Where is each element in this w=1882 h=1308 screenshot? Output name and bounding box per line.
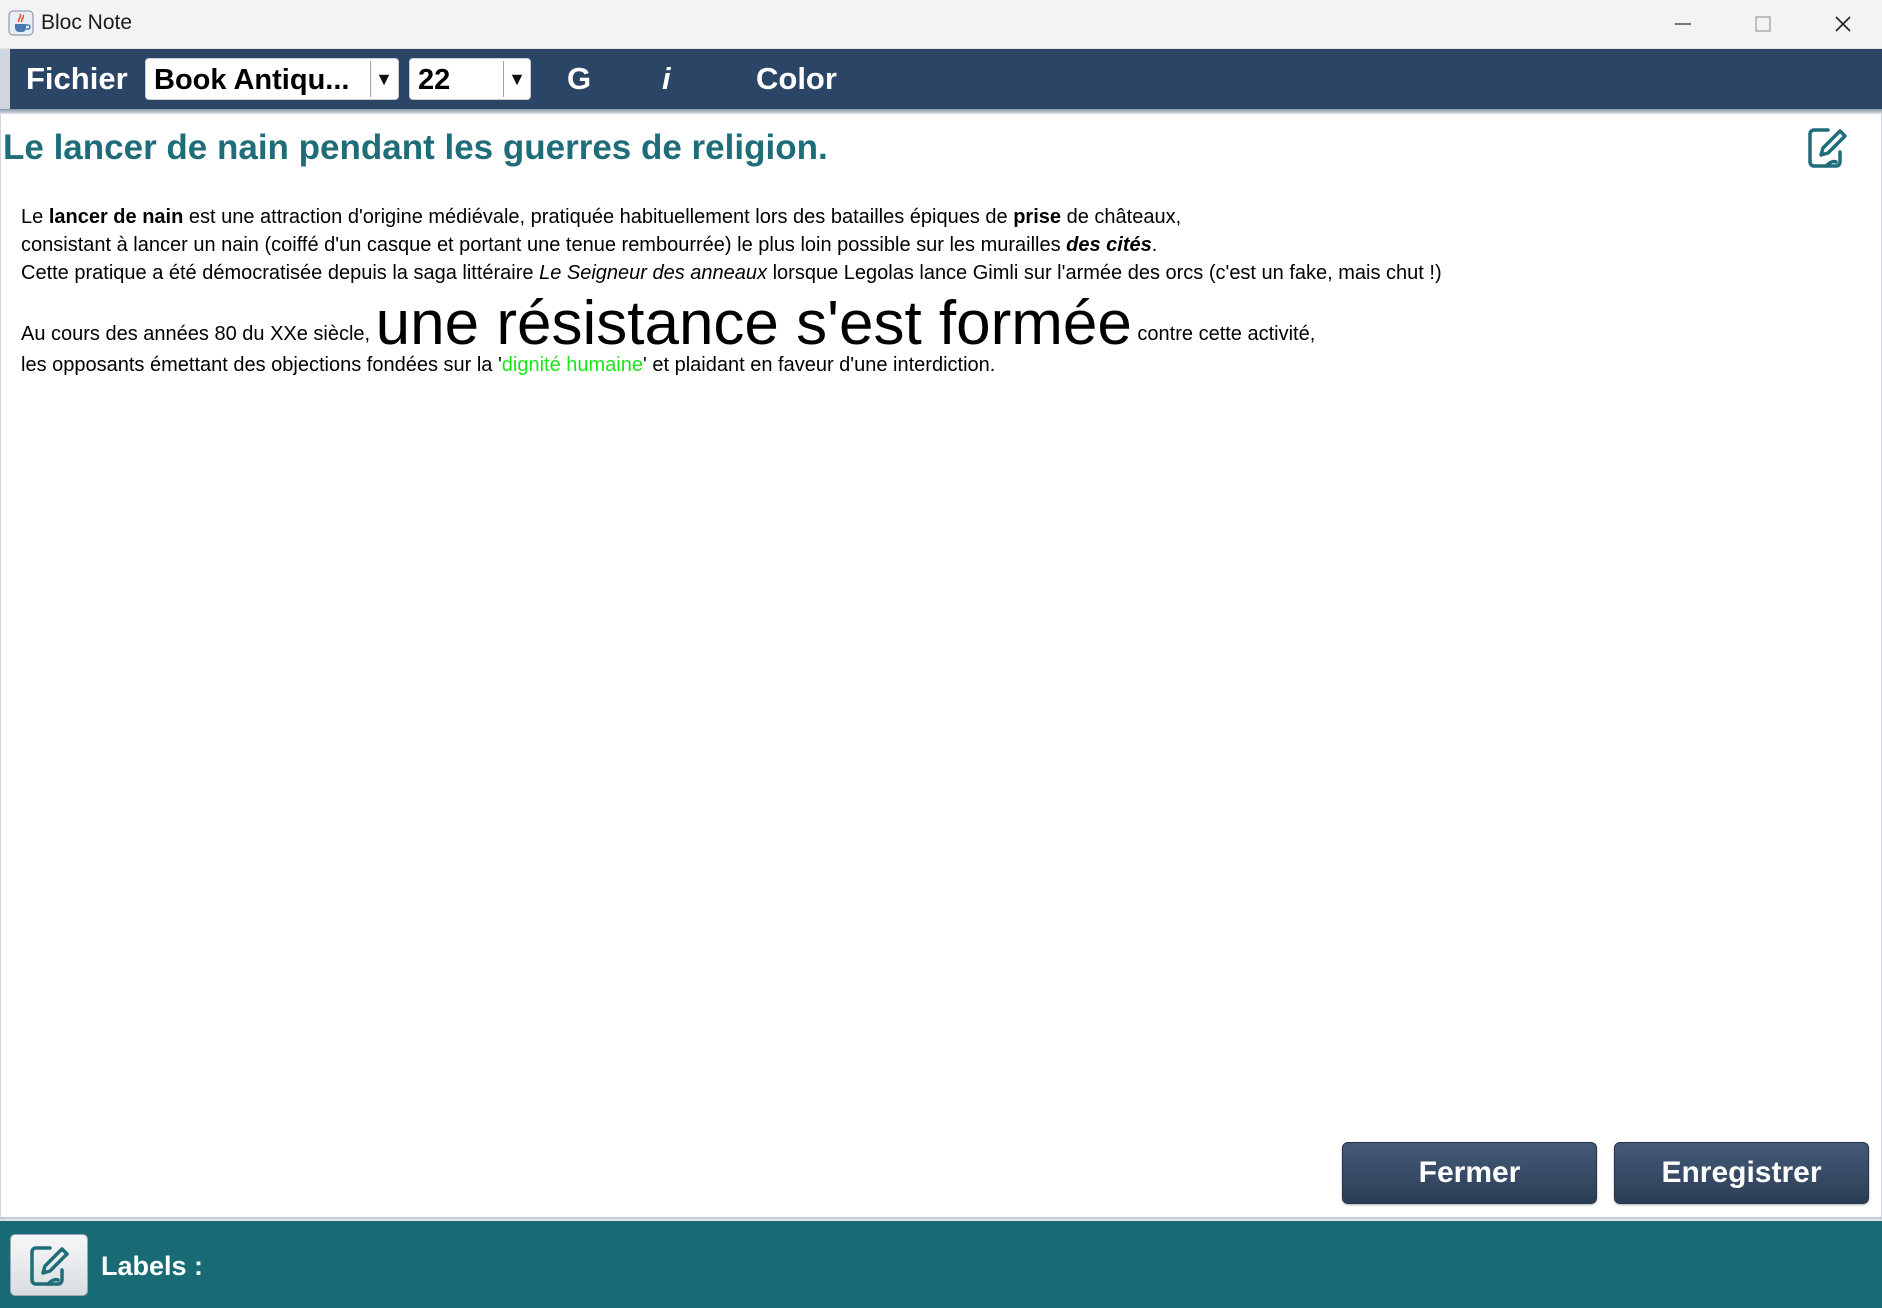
window-title: Bloc Note [41, 11, 133, 34]
text-run: . [1151, 234, 1158, 256]
labels-bar [0, 1221, 1882, 1308]
menu-fichier[interactable]: Fichier [26, 61, 128, 97]
save-button[interactable]: Enregistrer [1614, 1142, 1869, 1204]
font-size-select[interactable]: 22 ▼ [409, 58, 531, 100]
note-body[interactable]: Le lancer de nain est une attraction d'o… [21, 203, 1442, 379]
edit-note-icon [1808, 128, 1847, 168]
text-run: consistant à lancer un nain (coiffé d'un… [21, 234, 1067, 256]
labels-title: Labels : [101, 1251, 204, 1281]
minimize-button[interactable] [1643, 0, 1723, 48]
text-run: lorsque Legolas lance Gimli sur l'armée … [767, 262, 1442, 284]
colored-text: dignité humaine [501, 354, 643, 376]
text-run: Le [21, 206, 49, 228]
text-run: les opposants émettant des objections fo… [21, 354, 502, 376]
close-icon [1835, 16, 1851, 32]
edit-labels-button[interactable] [10, 1234, 88, 1296]
bold-button[interactable]: G [567, 61, 591, 97]
close-window-button[interactable] [1803, 0, 1882, 48]
maximize-button[interactable] [1723, 0, 1803, 48]
edit-title-button[interactable] [1806, 126, 1850, 170]
close-button[interactable]: Fermer [1342, 1142, 1597, 1204]
bold-italic-text: des cités [1066, 234, 1152, 256]
text-run: Au cours des années 80 du XXe siècle, [21, 323, 376, 345]
edit-note-icon [30, 1246, 69, 1286]
minimize-icon [1675, 23, 1691, 25]
text-run: est une attraction d'origine médiévale, … [183, 206, 1014, 228]
paragraph-line: Au cours des années 80 du XXe siècle, un… [21, 293, 1442, 357]
java-cup-icon [8, 10, 34, 36]
toolbar-grip [0, 49, 10, 109]
color-button[interactable]: Color [756, 61, 837, 97]
text-run: contre cette activité, [1131, 323, 1316, 345]
font-family-value: Book Antiqu... [154, 64, 350, 96]
bold-text: prise [1013, 206, 1062, 228]
large-text: une résistance s'est formée [375, 289, 1132, 358]
paragraph-line: consistant à lancer un nain (coiffé d'un… [21, 231, 1442, 259]
italic-button[interactable]: i [662, 61, 671, 97]
maximize-icon [1755, 16, 1771, 32]
paragraph-line: Cette pratique a été démocratisée depuis… [21, 259, 1442, 287]
paragraph-line: Le lancer de nain est une attraction d'o… [21, 203, 1442, 231]
italic-text: Le Seigneur des anneaux [539, 262, 768, 284]
text-run: Cette pratique a été démocratisée depuis… [21, 262, 540, 284]
note-title[interactable]: Le lancer de nain pendant les guerres de… [3, 128, 828, 168]
bold-text: lancer de nain [48, 206, 184, 228]
chevron-down-icon[interactable]: ▼ [503, 61, 530, 97]
text-run: de châteaux, [1061, 206, 1182, 228]
font-size-value: 22 [418, 64, 451, 96]
chevron-down-icon[interactable]: ▼ [370, 61, 397, 97]
text-run: ' et plaidant en faveur d'une interdicti… [643, 354, 996, 376]
window-titlebar: Bloc Note [0, 0, 1882, 49]
font-family-select[interactable]: Book Antiqu... ▼ [145, 58, 399, 100]
